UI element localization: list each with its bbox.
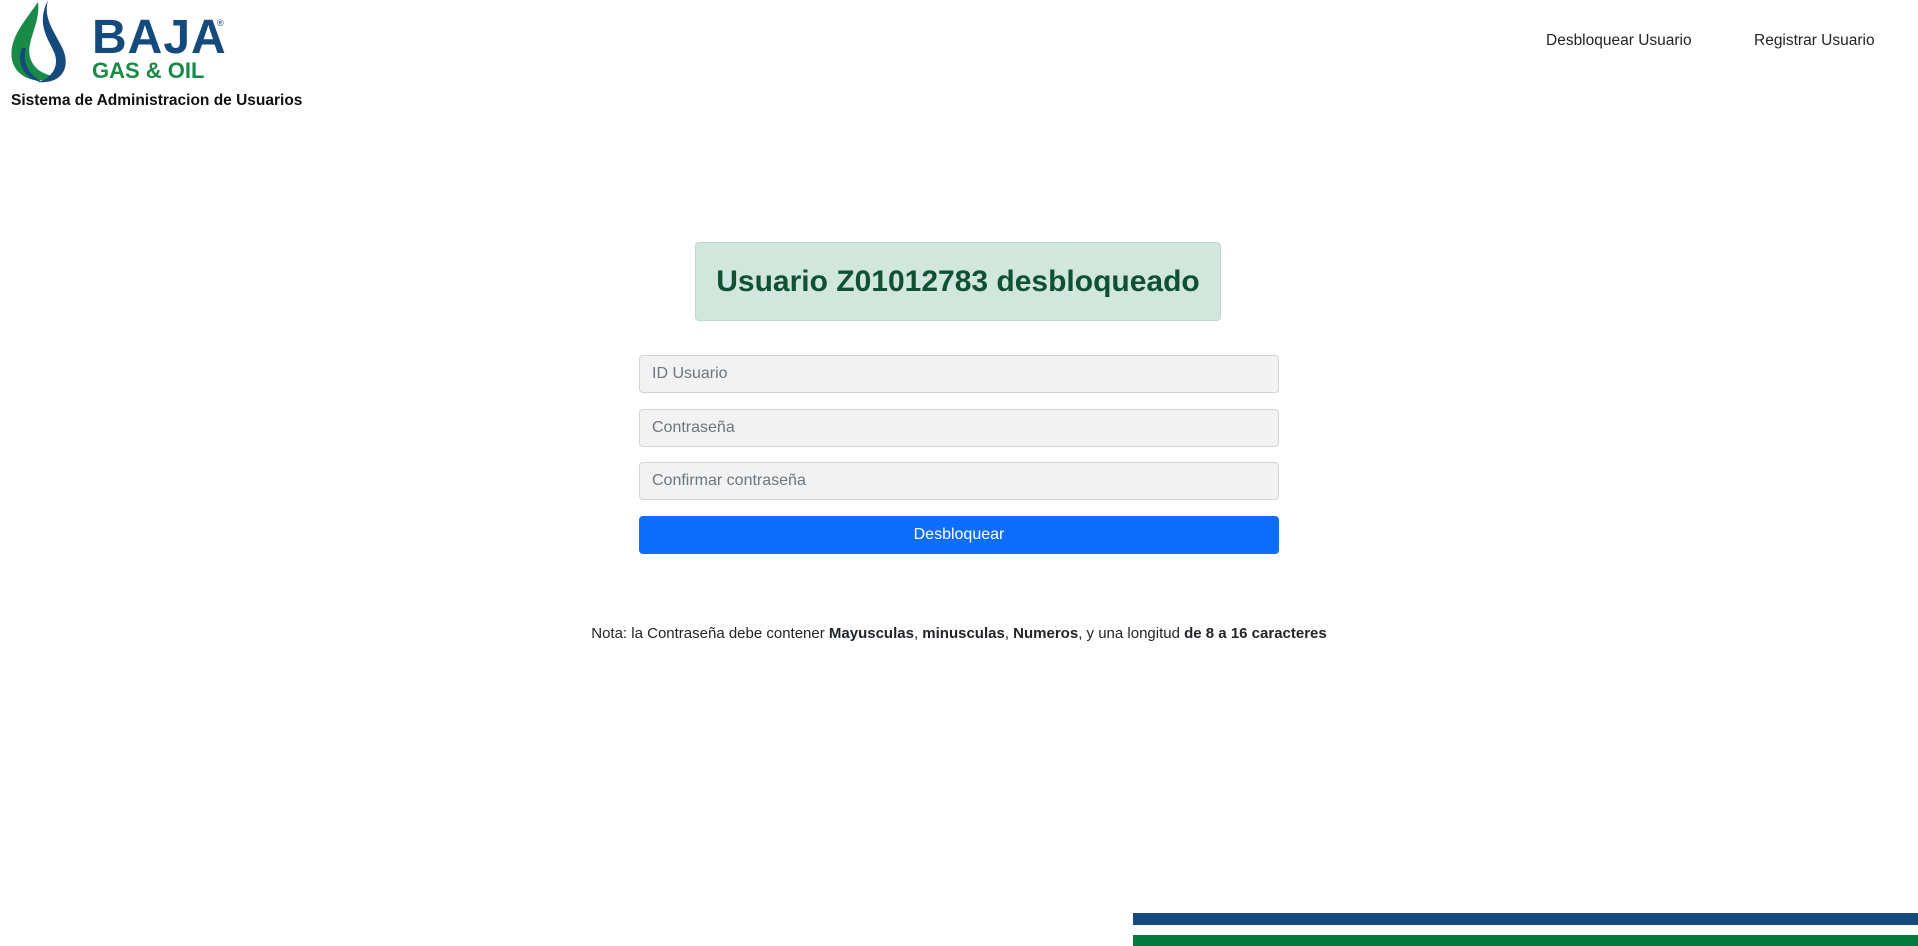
note-text: , bbox=[1004, 625, 1014, 642]
note-bold: Mayusculas bbox=[828, 625, 914, 642]
note-bold: Numeros bbox=[1013, 625, 1079, 642]
note-text: , y una longitud bbox=[1078, 625, 1185, 642]
registered-mark: ® bbox=[217, 18, 224, 28]
note-bold: de 8 a 16 caracteres bbox=[1184, 625, 1327, 642]
logo: BAJA ® GAS & OIL bbox=[8, 0, 228, 84]
nav-registrar-usuario[interactable]: Registrar Usuario bbox=[1754, 32, 1875, 50]
footer-green-stripe bbox=[1133, 935, 1918, 946]
note-text: Nota: la Contraseña debe contener bbox=[591, 625, 829, 642]
password-note: Nota: la Contraseña debe contener Mayusc… bbox=[0, 625, 1918, 642]
success-alert: Usuario Z01012783 desbloqueado bbox=[695, 242, 1221, 321]
unlock-button[interactable]: Desbloquear bbox=[639, 516, 1279, 554]
user-id-input[interactable] bbox=[639, 355, 1279, 393]
app-subtitle: Sistema de Administracion de Usuarios bbox=[11, 92, 303, 109]
nav-desbloquear-usuario[interactable]: Desbloquear Usuario bbox=[1546, 32, 1692, 50]
confirm-password-input[interactable] bbox=[639, 462, 1279, 500]
note-bold: minusculas bbox=[922, 625, 1005, 642]
footer-blue-stripe bbox=[1133, 913, 1918, 925]
password-input[interactable] bbox=[639, 409, 1279, 447]
drop-logo-icon bbox=[11, 0, 66, 83]
logo-brand: BAJA bbox=[92, 11, 227, 64]
logo-tagline: GAS & OIL bbox=[92, 58, 205, 83]
